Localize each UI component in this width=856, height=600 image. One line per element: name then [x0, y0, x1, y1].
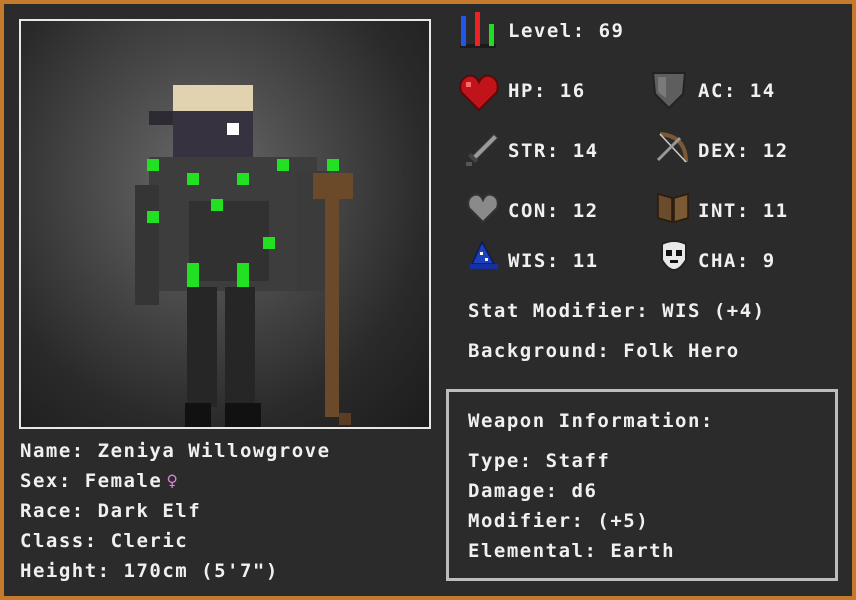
- weapon-type: Type: Staff: [468, 450, 611, 472]
- bar-chart-icon: [460, 12, 496, 48]
- skull-mask-icon: [661, 240, 687, 272]
- shield-icon: [651, 72, 687, 110]
- sex-label: Sex: Female: [20, 470, 163, 492]
- background: Background: Folk Hero: [468, 340, 740, 362]
- stat-modifier: Stat Modifier: WIS (+4): [468, 300, 766, 322]
- ac-value: 14: [749, 80, 776, 102]
- character-height: Height: 170cm (5'7"): [20, 560, 279, 582]
- hp-value: 16: [559, 80, 586, 102]
- stat-ac: AC: 14: [698, 80, 776, 102]
- grey-heart-icon: [467, 193, 499, 224]
- stat-cha: CHA: 9: [698, 250, 776, 272]
- staff-shaft: [325, 197, 339, 417]
- stat-wis: WIS: 11: [508, 250, 599, 272]
- sword-icon: [466, 132, 500, 166]
- dex-value: 12: [762, 140, 789, 162]
- weapon-elemental: Elemental: Earth: [468, 540, 676, 562]
- wizard-hat-icon: [470, 240, 498, 269]
- stat-int: INT: 11: [698, 200, 789, 222]
- female-symbol-icon: ♀: [166, 470, 180, 492]
- eye-pixel: [227, 123, 239, 135]
- character-race: Race: Dark Elf: [20, 500, 202, 522]
- cha-value: 9: [762, 250, 776, 272]
- stat-con: CON: 12: [508, 200, 599, 222]
- stat-str: STR: 14: [508, 140, 599, 162]
- weapon-title: Weapon Information:: [468, 410, 714, 432]
- wis-value: 11: [572, 250, 599, 272]
- con-value: 12: [572, 200, 599, 222]
- character-class: Class: Cleric: [20, 530, 189, 552]
- character-portrait: [19, 19, 431, 429]
- stat-dex: DEX: 12: [698, 140, 789, 162]
- staff-head: [313, 173, 353, 199]
- bow-icon: [656, 132, 688, 163]
- str-value: 14: [572, 140, 599, 162]
- book-icon: [657, 193, 689, 223]
- stat-hp: HP: 16: [508, 80, 586, 102]
- character-sex: Sex: Female ♀: [20, 470, 179, 492]
- int-value: 11: [762, 200, 789, 222]
- character-name: Name: Zeniya Willowgrove: [20, 440, 331, 462]
- heart-icon: [459, 74, 499, 112]
- level-display: Level: 69: [508, 20, 625, 42]
- level-value: 69: [598, 20, 625, 42]
- weapon-damage: Damage: d6: [468, 480, 598, 502]
- weapon-modifier: Modifier: (+5): [468, 510, 650, 532]
